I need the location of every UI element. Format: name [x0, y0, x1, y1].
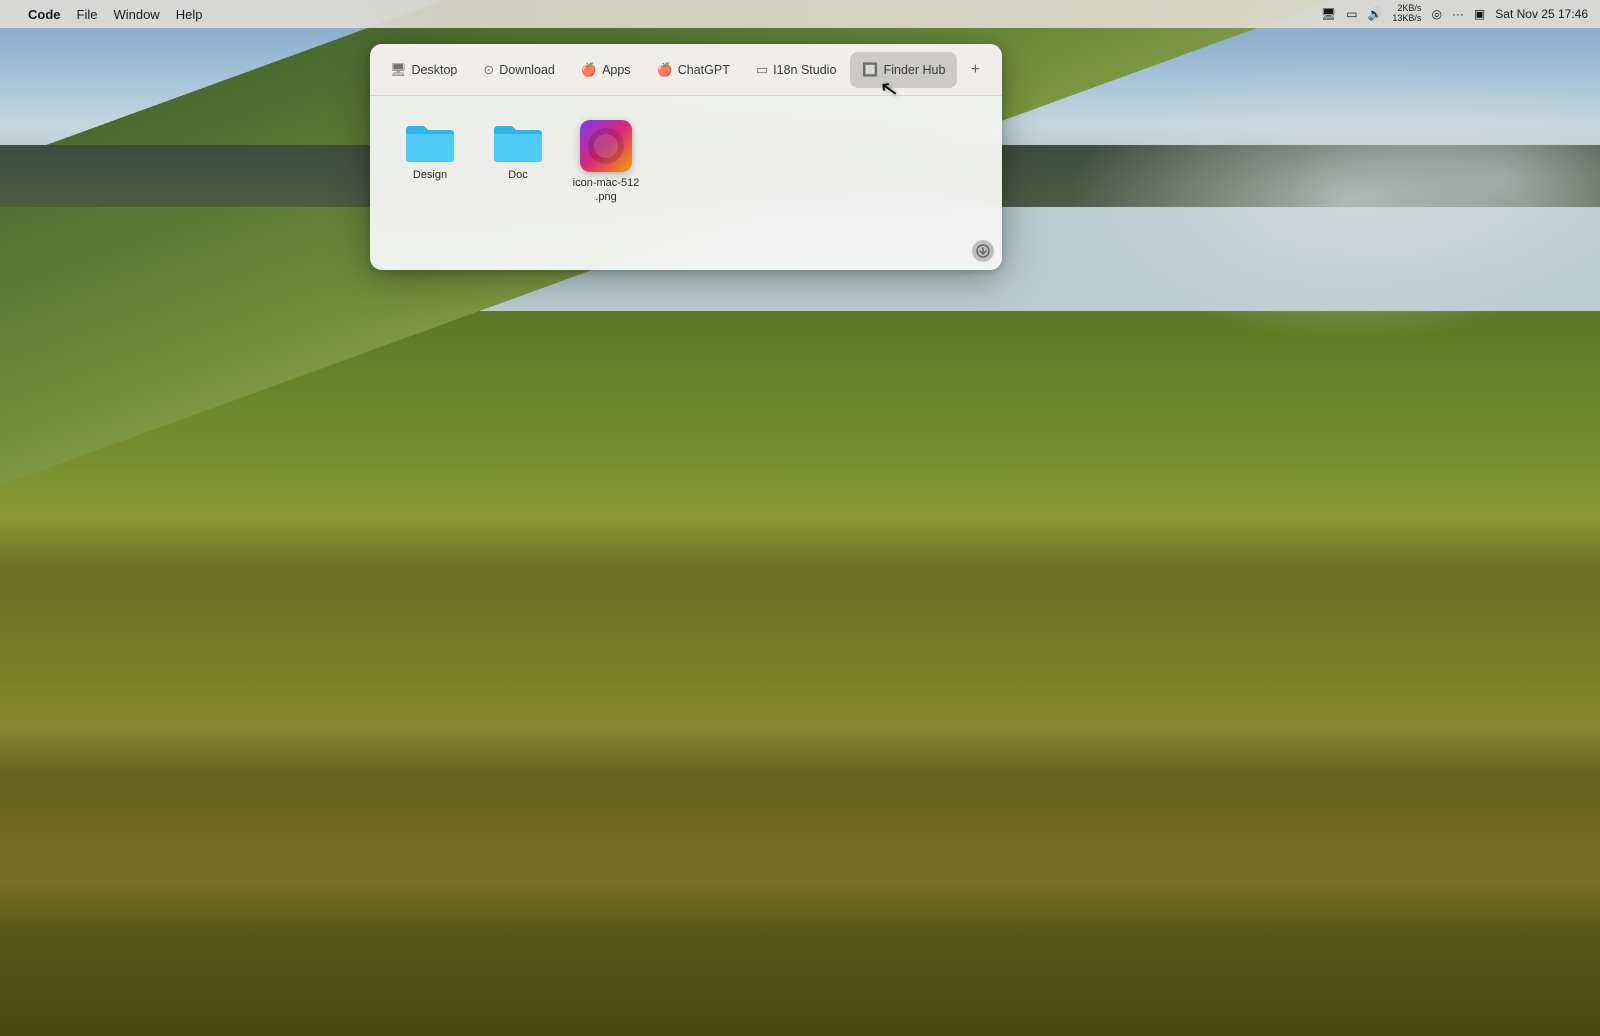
i18n-tab-icon: ▭ [756, 62, 768, 78]
doc-folder-icon [492, 120, 544, 164]
icon-mac-label: icon-mac-512.png [573, 176, 640, 205]
design-folder-label: Design [413, 168, 447, 182]
menubar-right: 🖥 ▭ 🔊 2KB/s 13KB/s ◎ ··· ▣ Sat Nov 25 17… [1321, 4, 1588, 24]
finder-hub-tab-icon: 🔲 [862, 62, 878, 78]
tab-apps[interactable]: 🍎 Apps [569, 52, 643, 88]
menubar-more-icon[interactable]: ··· [1452, 7, 1464, 21]
tab-bar: 🖥 Desktop ⊙ Download 🍎 Apps 🍎 ChatGPT ▭ … [370, 44, 1002, 96]
tab-chatgpt[interactable]: 🍎 ChatGPT [645, 52, 742, 88]
menubar-left: Code File Window Help [12, 7, 202, 22]
apps-tab-icon: 🍎 [581, 62, 597, 78]
tab-desktop[interactable]: 🖥 Desktop [378, 52, 469, 88]
tab-finder-hub-label: Finder Hub [884, 63, 946, 77]
design-folder-icon [404, 120, 456, 164]
menubar: Code File Window Help 🖥 ▭ 🔊 2KB/s 13KB/s… [0, 0, 1600, 28]
download-tab-icon: ⊙ [483, 62, 494, 78]
file-icon-mac[interactable]: icon-mac-512.png [566, 112, 646, 213]
file-area: Design Doc [370, 96, 1002, 236]
tab-i18n-studio[interactable]: ▭ I18n Studio [744, 52, 849, 88]
menubar-app-name[interactable]: Code [28, 7, 61, 22]
add-tab-button[interactable]: + [961, 56, 989, 84]
menubar-help[interactable]: Help [176, 7, 203, 22]
file-doc[interactable]: Doc [478, 112, 558, 190]
doc-folder-label: Doc [508, 168, 528, 182]
finder-window: 🖥 Desktop ⊙ Download 🍎 Apps 🍎 ChatGPT ▭ … [370, 44, 1002, 270]
tab-download[interactable]: ⊙ Download [471, 52, 567, 88]
window-bottom-icon[interactable] [972, 240, 994, 262]
tab-i18n-label: I18n Studio [773, 63, 836, 77]
chatgpt-tab-icon: 🍎 [657, 62, 673, 78]
menubar-network-speed: 2KB/s 13KB/s [1392, 4, 1421, 24]
png-preview-visual [580, 120, 632, 172]
window-bottom-bar [370, 236, 1002, 270]
tab-apps-label: Apps [602, 63, 631, 77]
menubar-file[interactable]: File [77, 7, 98, 22]
tab-chatgpt-label: ChatGPT [678, 63, 730, 77]
menubar-time-machine-icon[interactable]: ▣ [1474, 7, 1485, 21]
desktop-tab-icon: 🖥 [390, 62, 407, 78]
menubar-audio-icon[interactable]: 🔊 [1367, 7, 1382, 21]
tab-finder-hub[interactable]: 🔲 Finder Hub [850, 52, 957, 88]
file-design[interactable]: Design [390, 112, 470, 190]
menubar-location-icon[interactable]: ◎ [1431, 7, 1441, 21]
menubar-window[interactable]: Window [113, 7, 159, 22]
tab-desktop-label: Desktop [412, 63, 458, 77]
menubar-datetime: Sat Nov 25 17:46 [1495, 7, 1588, 21]
icon-mac-png-icon [580, 120, 632, 172]
menubar-battery-icon[interactable]: ▭ [1346, 7, 1357, 21]
tab-download-label: Download [499, 63, 555, 77]
menubar-screen-icon[interactable]: 🖥 [1321, 7, 1336, 21]
